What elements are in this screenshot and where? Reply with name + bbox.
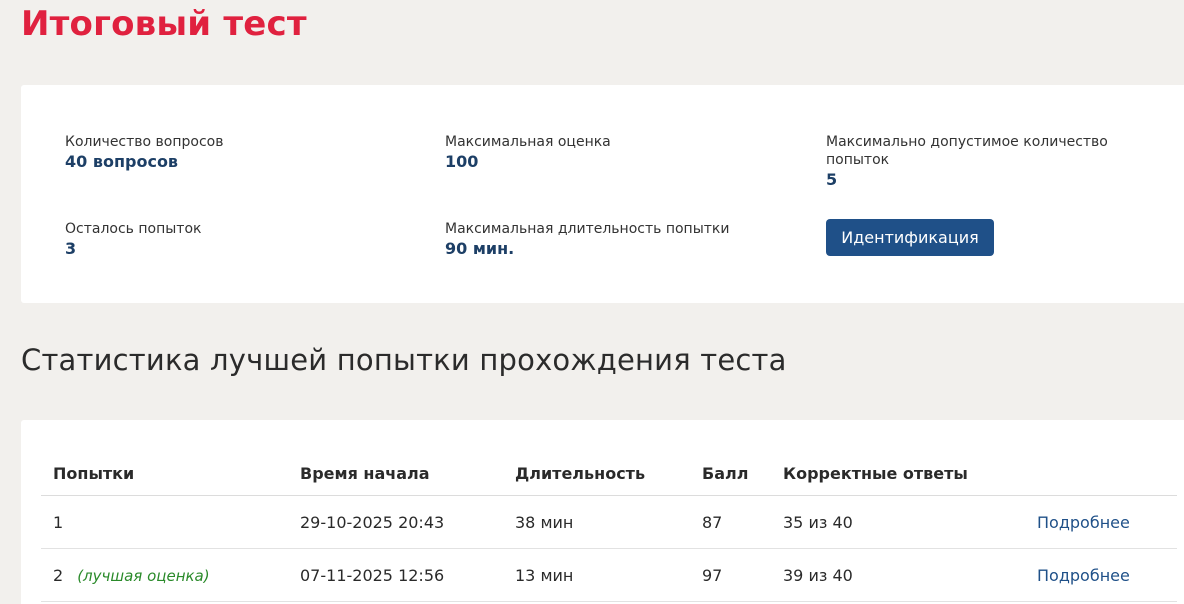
attempt-score: 87 — [702, 513, 723, 532]
max-score-label: Максимальная оценка — [445, 134, 611, 150]
attempt-number: 2 (лучшая оценка) — [53, 549, 210, 603]
stats-title: Статистика лучшей попытки прохождения те… — [21, 343, 787, 377]
max-attempts-value: 5 — [826, 170, 838, 189]
best-score-label: (лучшая оценка) — [77, 567, 210, 585]
col-correct-header: Корректные ответы — [783, 464, 968, 483]
table-header-row: Попытки Время начала Длительность Балл К… — [41, 448, 1177, 496]
max-attempts-label: Максимально допустимое количество попыто… — [826, 134, 1108, 168]
col-start-header: Время начала — [300, 464, 430, 483]
col-score-header: Балл — [702, 464, 749, 483]
test-info-card: Количество вопросов 40 вопросов Максимал… — [21, 85, 1184, 303]
max-duration-item: Максимальная длительность попытки 90 мин… — [445, 220, 729, 259]
max-duration-label: Максимальная длительность попытки — [445, 221, 730, 237]
attempt-correct: 35 из 40 — [783, 513, 853, 532]
attempts-table-card: Попытки Время начала Длительность Балл К… — [21, 420, 1184, 604]
max-score-value: 100 — [445, 152, 479, 171]
details-link[interactable]: Подробнее — [1037, 513, 1130, 532]
attempts-left-item: Осталось попыток 3 — [65, 220, 201, 259]
max-duration-value: 90 мин. — [445, 239, 515, 258]
attempt-duration: 13 мин — [515, 566, 574, 585]
max-attempts-item: Максимально допустимое количество попыто… — [826, 133, 1126, 190]
questions-count-item: Количество вопросов 40 вопросов — [65, 133, 224, 172]
col-attempts-header: Попытки — [53, 464, 135, 483]
attempt-duration: 38 мин — [515, 513, 574, 532]
attempts-table: Попытки Время начала Длительность Балл К… — [41, 448, 1177, 602]
attempt-start-time: 29-10-2025 20:43 — [300, 513, 445, 532]
attempt-number-text: 2 — [53, 566, 64, 585]
questions-count-value: 40 вопросов — [65, 152, 179, 171]
table-row: 2 (лучшая оценка) 07-11-2025 12:56 13 мин… — [41, 549, 1177, 602]
questions-count-label: Количество вопросов — [65, 134, 224, 150]
attempt-number-text: 1 — [53, 513, 64, 532]
attempts-left-label: Осталось попыток — [65, 221, 202, 237]
attempt-number: 1 — [53, 496, 63, 549]
attempt-start-time: 07-11-2025 12:56 — [300, 566, 445, 585]
attempt-correct: 39 из 40 — [783, 566, 853, 585]
col-duration-header: Длительность — [515, 464, 646, 483]
page-title: Итоговый тест — [21, 4, 307, 44]
identification-button[interactable]: Идентификация — [826, 219, 994, 256]
attempts-left-value: 3 — [65, 239, 77, 258]
attempt-score: 97 — [702, 566, 723, 585]
details-link[interactable]: Подробнее — [1037, 566, 1130, 585]
table-row: 1 29-10-2025 20:43 38 мин 87 35 из 40 По… — [41, 496, 1177, 549]
max-score-item: Максимальная оценка 100 — [445, 133, 611, 172]
